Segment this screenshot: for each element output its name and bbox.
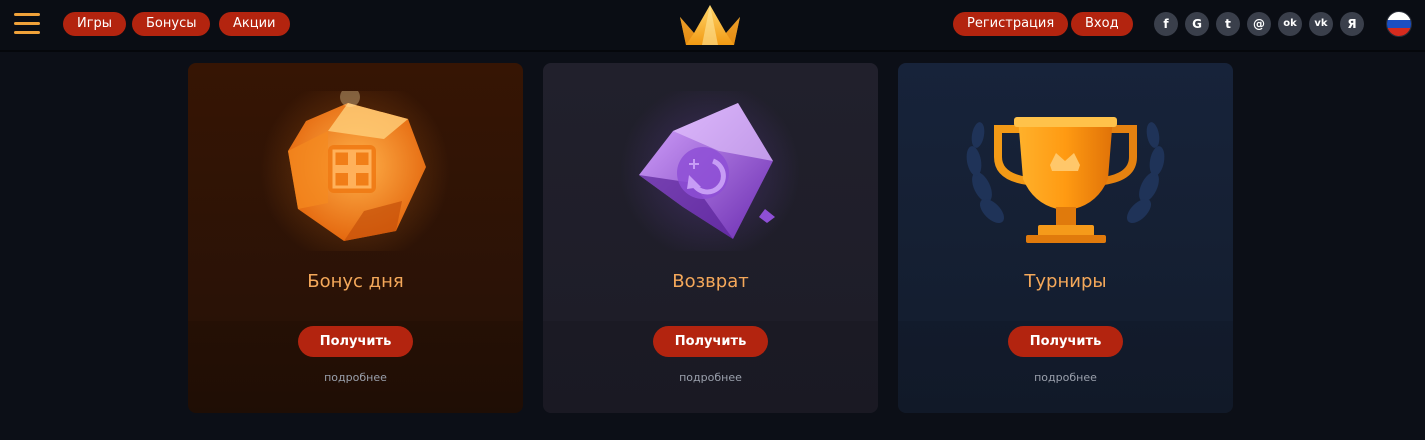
- purple-crystal-icon: [620, 91, 800, 251]
- google-icon[interactable]: G: [1185, 12, 1209, 36]
- twitter-icon[interactable]: t: [1216, 12, 1240, 36]
- trophy-icon: [966, 117, 1165, 243]
- odnoklassniki-icon[interactable]: ok: [1278, 12, 1302, 36]
- more-info-link[interactable]: подробнее: [543, 371, 878, 384]
- get-tournament-button[interactable]: Получить: [1008, 326, 1123, 357]
- crown-logo-icon[interactable]: [676, 3, 744, 47]
- bonus-card-cashback: Возврат Получить подробнее: [543, 63, 878, 413]
- menu-icon[interactable]: [14, 13, 40, 35]
- get-cashback-button[interactable]: Получить: [653, 326, 768, 357]
- more-info-link[interactable]: подробнее: [188, 371, 523, 384]
- login-button[interactable]: Вход: [1071, 12, 1133, 36]
- yandex-icon[interactable]: Я: [1340, 12, 1364, 36]
- nav-promotions[interactable]: Акции: [219, 12, 290, 36]
- register-button[interactable]: Регистрация: [953, 12, 1069, 36]
- card-title: Турниры: [1024, 271, 1107, 292]
- vk-icon[interactable]: vk: [1309, 12, 1333, 36]
- orange-gem-icon: [260, 91, 450, 251]
- top-bar: Игры Бонусы Акции Регистрация Вход f G t…: [0, 0, 1425, 52]
- card-title: Возврат: [672, 271, 749, 292]
- more-info-link[interactable]: подробнее: [898, 371, 1233, 384]
- language-flag-icon[interactable]: [1386, 11, 1412, 37]
- mail-icon[interactable]: @: [1247, 12, 1271, 36]
- card-title: Бонус дня: [307, 271, 404, 292]
- bonus-card-daily: Бонус дня Получить подробнее: [188, 63, 523, 413]
- nav-bonuses[interactable]: Бонусы: [132, 12, 211, 36]
- get-bonus-button[interactable]: Получить: [298, 326, 413, 357]
- nav-games[interactable]: Игры: [63, 12, 127, 36]
- facebook-icon[interactable]: f: [1154, 12, 1178, 36]
- bonus-card-tournaments: Турниры Получить подробнее: [898, 63, 1233, 413]
